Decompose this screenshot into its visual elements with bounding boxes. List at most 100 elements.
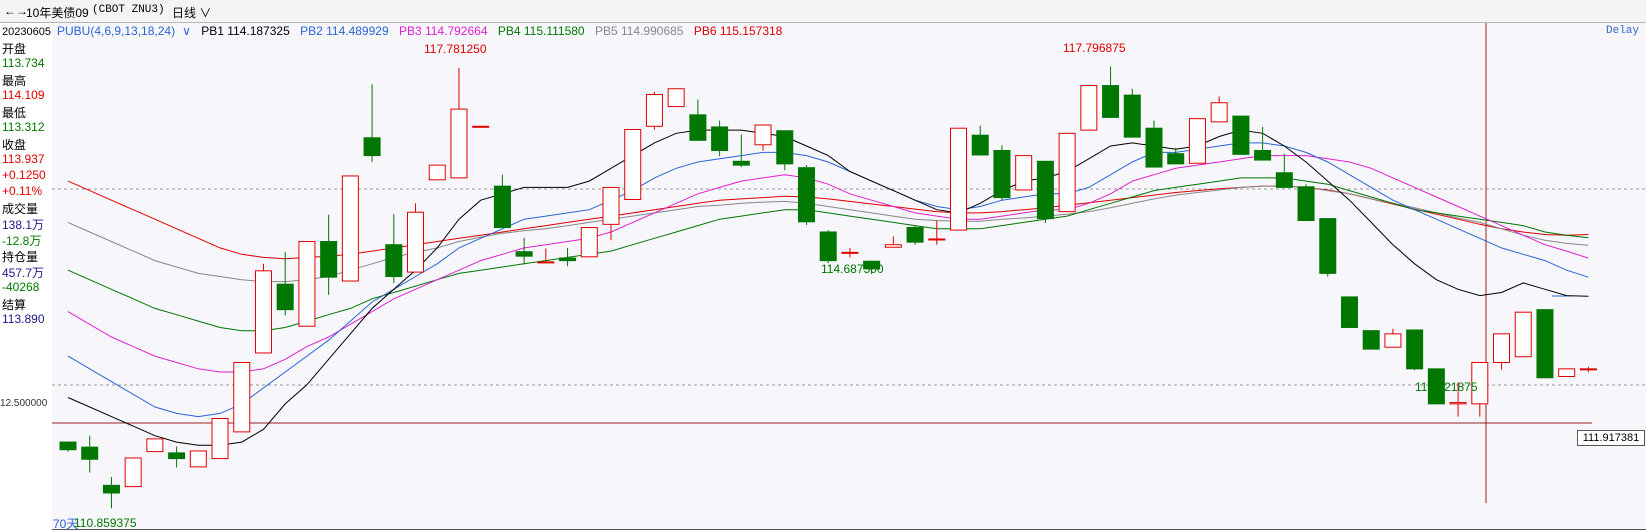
annotation-low-right: 112.921875	[1415, 380, 1478, 394]
legend-pb1: PB1 114.187325	[201, 24, 290, 38]
candle-body	[884, 244, 902, 248]
candle-body	[1015, 155, 1033, 191]
annotation-low-mid: 114.687500	[821, 262, 884, 276]
candle-body	[993, 149, 1011, 199]
candle-body	[667, 88, 685, 108]
instrument-name: 10年美债09	[26, 6, 89, 20]
high-value: 114.109	[2, 88, 45, 102]
open-value: 113.734	[2, 56, 45, 70]
close-label: 收盘	[2, 138, 27, 152]
candle-body	[1536, 309, 1554, 379]
candle-body	[407, 211, 425, 273]
toolbar: ←→ 10年美债09 (CBOT ZNU3) 日线 ∨	[0, 0, 1646, 23]
plot-background	[52, 23, 1646, 530]
legend-pb3: PB3 114.792664	[398, 24, 488, 38]
oi-value: 457.7万	[2, 266, 45, 280]
volume-value: 138.1万	[2, 218, 45, 232]
candle-body	[81, 446, 99, 460]
chevron-down-icon[interactable]: ∨	[182, 24, 191, 38]
candle-body	[341, 175, 359, 282]
settle-label: 结算	[2, 298, 27, 312]
close-value: 113.937	[2, 152, 45, 166]
oi-label: 持仓量	[2, 250, 39, 264]
candle-body	[1123, 94, 1141, 138]
candle-body	[59, 441, 77, 451]
candle-body	[559, 257, 577, 262]
volume-label: 成交量	[2, 202, 39, 216]
candle-body	[146, 438, 164, 453]
candle-body	[168, 452, 186, 460]
legend-pb5: PB5 114.990685	[594, 24, 684, 38]
candle-body	[1058, 132, 1076, 213]
legend-pb6: PB6 115.157318	[693, 24, 783, 38]
candle-body	[1275, 172, 1293, 188]
candle-body	[1297, 186, 1315, 222]
settle-value: 113.890	[2, 312, 45, 326]
period-label: 日线	[172, 6, 197, 20]
candle-body	[754, 124, 772, 146]
open-label: 开盘	[2, 42, 27, 56]
candle-body	[1232, 115, 1250, 155]
candle-body	[689, 114, 707, 141]
candle-body	[363, 137, 381, 157]
volume-change: -12.8万	[2, 234, 42, 248]
candle-body	[320, 241, 338, 278]
candle-body	[602, 186, 620, 225]
annotation-high-2: 117.796875	[1063, 41, 1126, 55]
candle-body	[711, 126, 729, 151]
candle-body	[428, 164, 446, 181]
candle-body	[624, 128, 642, 201]
candlestick-chart[interactable]	[52, 23, 1646, 530]
high-label: 最高	[2, 74, 27, 88]
back-icon[interactable]: ←→	[4, 4, 28, 18]
candle-body	[645, 93, 663, 127]
info-date: 20230605	[2, 26, 51, 38]
candle-body	[472, 125, 490, 128]
candle-body	[450, 108, 468, 179]
low-label: 最低	[2, 106, 27, 120]
candle-body	[1384, 333, 1402, 348]
candle-body	[233, 361, 251, 433]
oi-change: -40268	[2, 280, 40, 294]
change-pct: +0.11%	[2, 184, 43, 198]
period-selector[interactable]: 日线 ∨	[172, 4, 211, 21]
candle-body	[211, 418, 229, 460]
candle-body	[1254, 149, 1272, 161]
candle-body	[1167, 153, 1185, 165]
annotation-high-1: 117.781250	[424, 42, 487, 56]
legend-pb2: PB2 114.489929	[300, 24, 389, 38]
candle-body	[1579, 368, 1597, 371]
candle-body	[1493, 333, 1511, 363]
change-value: +0.1250	[2, 168, 46, 182]
candle-body	[515, 251, 533, 257]
candle-body	[950, 127, 968, 231]
candle-body	[1340, 296, 1358, 328]
candle-body	[1319, 218, 1337, 274]
candle-body	[537, 261, 555, 264]
candle-body	[971, 134, 989, 156]
candle-body	[928, 238, 946, 241]
candle-body	[906, 227, 924, 243]
candle-body	[493, 185, 511, 229]
candle-body	[1406, 329, 1424, 370]
candle-body	[298, 241, 316, 327]
candle-body	[124, 457, 142, 488]
candle-body	[580, 227, 598, 258]
axis-tick-label: 12.500000	[0, 398, 48, 409]
info-panel: 20230605 开盘 113.734 最高 114.109 最低 113.31…	[0, 23, 53, 530]
candle-body	[1080, 85, 1098, 131]
candle-body	[254, 270, 272, 354]
legend-name: PUBU(4,6,9,13,18,24)	[57, 24, 176, 38]
annotation-low-left: 110.859375	[74, 516, 137, 530]
candle-body	[276, 283, 294, 311]
legend-pb4: PB4 115.111580	[497, 24, 585, 38]
candle-body	[1558, 368, 1576, 377]
candle-body	[732, 160, 750, 166]
instrument-code: (CBOT ZNU3)	[92, 4, 165, 16]
chevron-down-icon: ∨	[196, 6, 212, 20]
candle-body	[1102, 85, 1120, 118]
candle-body	[1514, 311, 1532, 358]
candle-body	[385, 244, 403, 278]
indicator-legend: PUBU(4,6,9,13,18,24) ∨ PB1 114.187325 PB2…	[57, 24, 789, 38]
candle-body	[1362, 330, 1380, 350]
